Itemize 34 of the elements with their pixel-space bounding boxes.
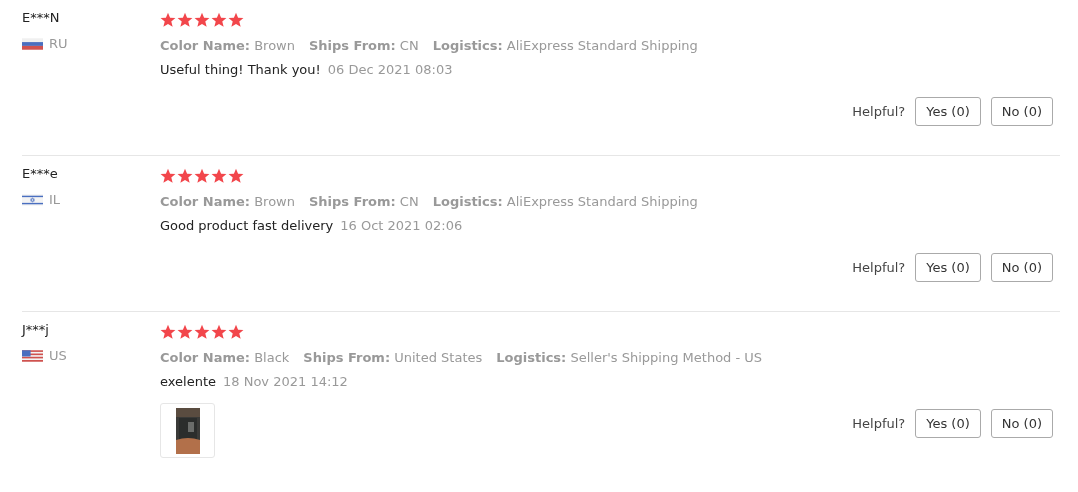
flag-icon <box>22 37 43 50</box>
review-attribute: Ships From: CN <box>308 194 419 209</box>
review-date: 06 Dec 2021 08:03 <box>327 62 453 77</box>
photo-thumbnail[interactable] <box>160 403 215 458</box>
country-code: RU <box>49 36 68 51</box>
reviewer-name: E***N <box>22 9 60 27</box>
review-text: Good product fast delivery <box>160 218 334 233</box>
reviewer-name: J***j <box>22 321 49 339</box>
review-date: 16 Oct 2021 02:06 <box>340 218 463 233</box>
review-attribute: Logistics: Seller's Shipping Method - US <box>496 350 763 365</box>
helpful-label: Helpful? <box>852 260 906 275</box>
yes-button[interactable]: Yes (0) <box>915 97 981 126</box>
country-code: US <box>49 348 67 363</box>
review-text: exelente <box>160 374 216 389</box>
review-date: 18 Nov 2021 14:12 <box>223 374 348 389</box>
yes-button[interactable]: Yes (0) <box>915 253 981 282</box>
flag-icon <box>22 193 43 206</box>
flag-icon <box>22 349 43 362</box>
review-attribute: Color Name: Brown <box>160 38 295 53</box>
yes-button[interactable]: Yes (0) <box>915 409 981 438</box>
review-attribute: Ships From: CN <box>308 38 419 53</box>
reviewer-name: E***e <box>22 165 58 183</box>
helpful-label: Helpful? <box>852 416 906 431</box>
review-text: Useful thing! Thank you! <box>160 62 321 77</box>
review-attribute: Ships From: United States <box>303 350 483 365</box>
country-code: IL <box>49 192 61 207</box>
review-attribute: Logistics: AliExpress Standard Shipping <box>432 194 698 209</box>
no-button[interactable]: No (0) <box>990 253 1053 282</box>
review-attribute: Color Name: Brown <box>160 194 295 209</box>
no-button[interactable]: No (0) <box>990 409 1053 438</box>
review-attribute: Logistics: AliExpress Standard Shipping <box>432 38 698 53</box>
no-button[interactable]: No (0) <box>990 97 1053 126</box>
review-attribute: Color Name: Black <box>160 350 290 365</box>
helpful-label: Helpful? <box>852 104 906 119</box>
